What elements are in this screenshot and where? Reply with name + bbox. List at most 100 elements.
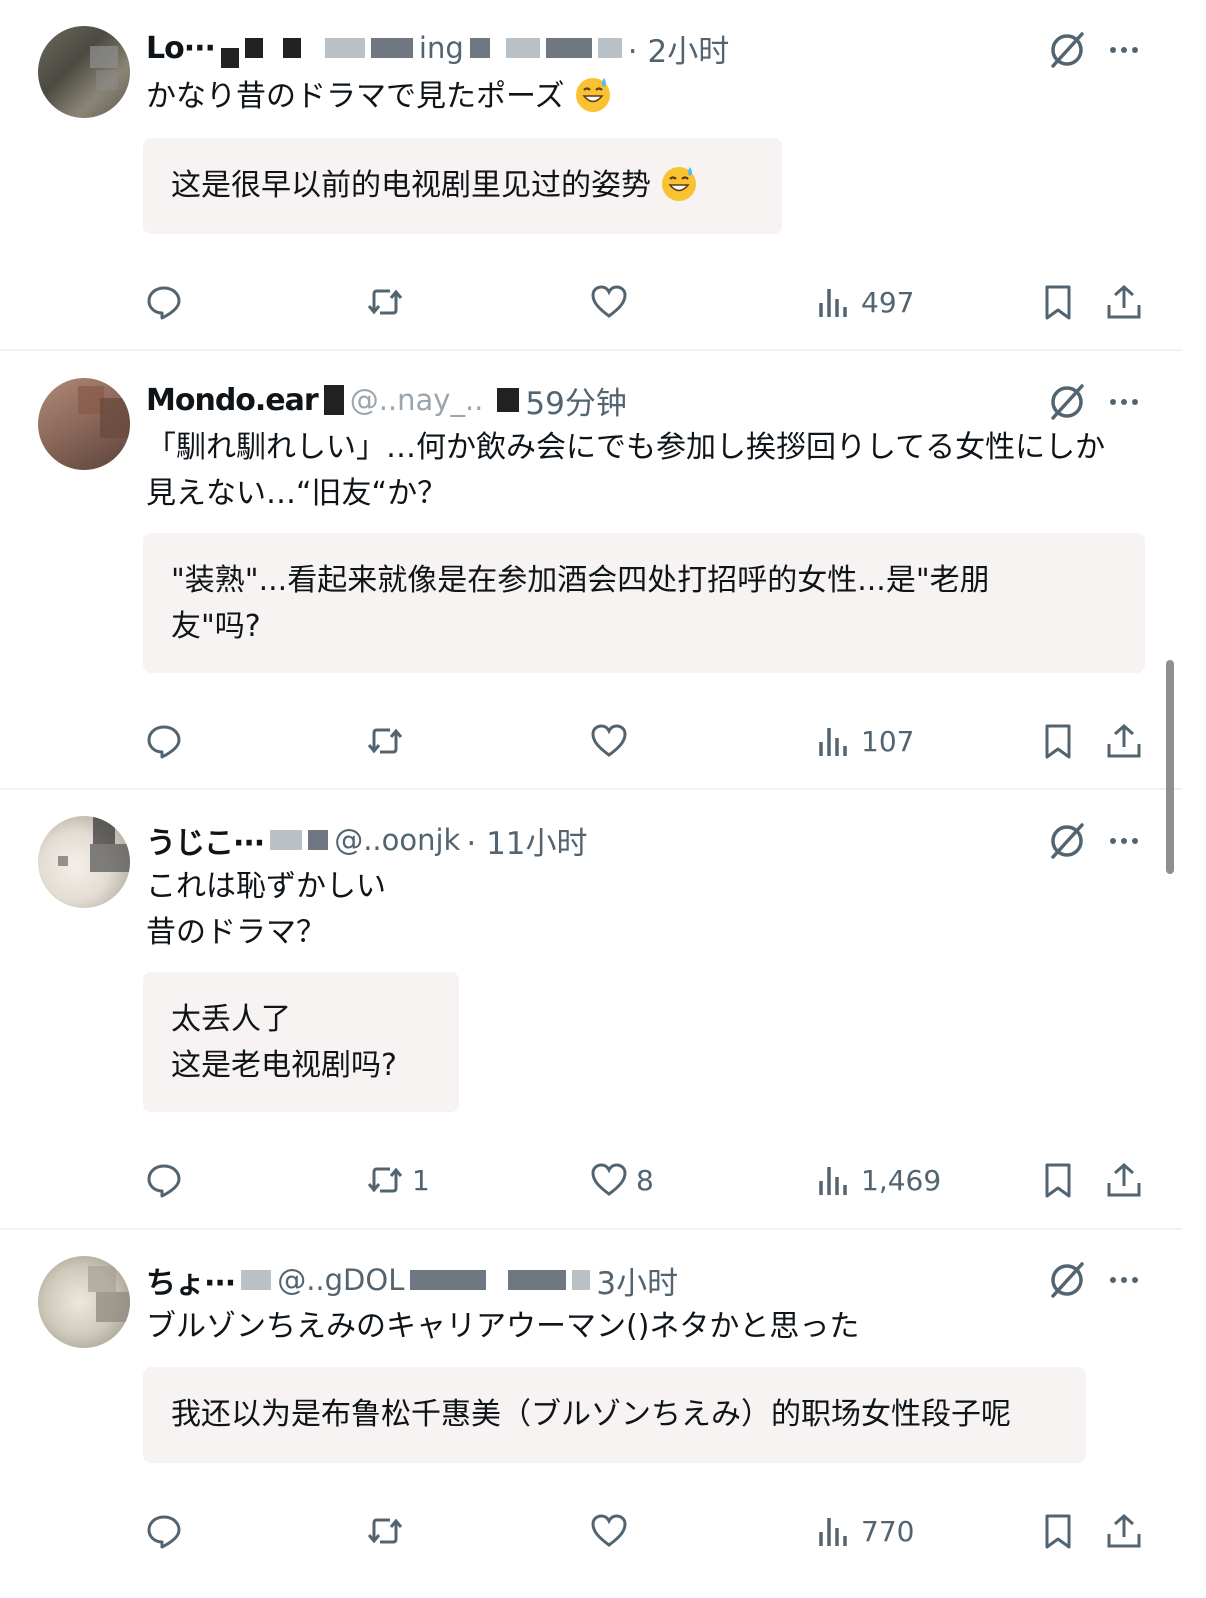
post-time[interactable]: · 2小时 [628,26,729,71]
redacted-block [505,38,540,58]
reply-icon [147,725,181,759]
share-icon [1107,284,1141,319]
post-actions: 107 [0,716,1182,766]
repost-icon [367,1518,403,1544]
redacted-block [220,48,239,68]
post-text-jp: ブルゾンちえみのキャリアウーマン()ネタかと思った [146,1309,860,1344]
post-time[interactable]: 59分钟 [525,378,626,423]
repost-button[interactable] [366,277,412,327]
reply-button[interactable] [145,1506,191,1556]
author-handle[interactable]: @..nay_.. [350,383,484,417]
post-time[interactable]: 3小时 [596,1258,678,1303]
author-handle[interactable]: @..gDOL [277,1263,404,1297]
views-button[interactable]: 770 [815,1506,914,1556]
grok-icon[interactable] [1045,819,1089,863]
views-icon [819,728,847,756]
heart-icon [591,285,627,318]
author-name[interactable]: うじこ··· [146,818,265,862]
translation-text: 我还以为是布鲁松千惠美（ブルゾンちえみ）的职场女性段子呢 [171,1397,1011,1432]
views-icon [819,1518,847,1546]
share-button[interactable] [1105,1506,1143,1556]
reply-icon [147,1164,181,1198]
author-handle[interactable]: @..oonjk [334,823,460,857]
post-text-jp: これは恥ずかしい 昔のドラマ？ [146,869,386,950]
more-icon[interactable] [1104,1258,1144,1302]
bookmark-button[interactable] [1039,716,1077,766]
redacted-block [323,385,344,415]
like-button[interactable] [590,1506,636,1556]
redacted-block [324,38,365,58]
redacted-block [497,388,520,412]
repost-button[interactable]: 1 [366,1155,430,1205]
more-icon[interactable] [1104,28,1144,72]
author-name[interactable]: ちょ··· [146,1258,236,1302]
grok-icon[interactable] [1045,1258,1089,1302]
reply-button[interactable] [145,1155,191,1205]
translation-text: "装熟"...看起来就像是在参加酒会四处打招呼的女性...是"老朋 友"吗? [171,563,990,644]
share-icon [1107,723,1141,758]
bookmark-icon [1045,1514,1071,1549]
redacted-block [282,38,301,58]
post-header: Lo··· ing · 2小时 [146,26,729,70]
avatar[interactable] [38,816,130,908]
repost-icon [367,1167,403,1193]
bookmark-button[interactable] [1039,277,1077,327]
redacted-block [270,830,303,850]
heart-icon [591,1163,627,1196]
avatar[interactable] [38,1256,130,1348]
post-text-jp: かなり昔のドラマで見たポーズ [146,79,565,114]
heart-icon [591,724,627,757]
share-button[interactable] [1105,1155,1143,1205]
share-button[interactable] [1105,277,1143,327]
reply-icon [147,286,181,320]
bookmark-icon [1045,285,1071,320]
avatar[interactable] [38,26,130,118]
views-button[interactable]: 1,469 [815,1155,941,1205]
views-button[interactable]: 497 [815,277,914,327]
redacted-block [410,1270,487,1290]
like-button[interactable]: 8 [590,1155,654,1205]
like-button[interactable] [590,716,636,766]
views-icon [819,1167,847,1195]
more-icon[interactable] [1104,380,1144,424]
post-text-jp: 「馴れ馴れしい」…何か飲み会にでも参加し挨拶回りしてる女性にしか 見えない…“旧… [146,430,1106,511]
redacted-block [572,1270,591,1290]
reply-button[interactable] [145,716,191,766]
translation-box: "装熟"...看起来就像是在参加酒会四处打招呼的女性...是"老朋 友"吗? [143,533,1145,673]
scrollbar[interactable] [1166,660,1174,874]
views-button[interactable]: 107 [815,716,914,766]
repost-button[interactable] [366,716,412,766]
share-icon [1107,1162,1141,1197]
heart-icon [591,1514,627,1547]
repost-button[interactable] [366,1506,412,1556]
grok-icon[interactable] [1045,28,1089,72]
bookmark-icon [1045,1163,1071,1198]
avatar[interactable] [38,378,130,470]
reply-button[interactable] [145,277,191,327]
like-button[interactable] [590,277,636,327]
translation-box: 我还以为是布鲁松千惠美（ブルゾンちえみ）的职场女性段子呢 [143,1367,1086,1463]
post-divider [0,1228,1182,1230]
bookmark-button[interactable] [1039,1155,1077,1205]
share-icon [1107,1513,1141,1548]
repost-icon [367,728,403,754]
author-name[interactable]: Mondo.ear [146,383,319,418]
post-actions: 497 [0,277,1182,327]
reply-icon [147,1515,181,1549]
post-actions: 770 [0,1506,1182,1556]
redacted-block [244,38,263,58]
redacted-block [508,1270,567,1290]
share-button[interactable] [1105,716,1143,766]
more-icon[interactable] [1104,819,1144,863]
redacted-block [597,38,622,58]
bookmark-button[interactable] [1039,1506,1077,1556]
author-handle[interactable]: ing [419,31,464,65]
post-time[interactable]: · 11小时 [466,818,587,863]
author-name[interactable]: Lo··· [146,31,216,66]
post-divider [0,788,1182,790]
translation-box: 太丢人了 这是老电视剧吗? [143,972,459,1112]
views-icon [819,289,847,317]
post-text: かなり昔のドラマで見たポーズ [146,74,613,120]
grok-icon[interactable] [1045,380,1089,424]
post-actions: 1 8 1,469 [0,1155,1182,1205]
